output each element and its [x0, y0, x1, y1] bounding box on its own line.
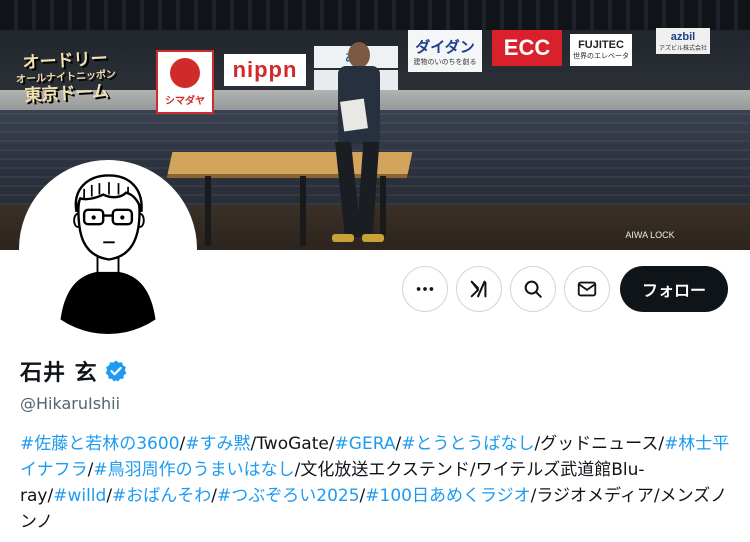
hashtag-link[interactable]: #おばんそわ — [112, 486, 211, 506]
hashtag-link[interactable]: #つぶぞろい2025 — [217, 486, 360, 506]
hashtag-link[interactable]: #すみ黙 — [185, 434, 250, 454]
ad-sign-label: azbil — [670, 30, 696, 43]
ad-sign-label: ダイダン — [415, 38, 475, 56]
search-button[interactable] — [509, 266, 556, 312]
person-leg — [356, 142, 380, 237]
ad-sign-sublabel: アズビル株式会社 — [658, 45, 707, 52]
hashtag-link[interactable]: #GERA — [335, 434, 396, 454]
hashtag-link[interactable]: #willd — [53, 486, 106, 506]
ad-sign-ecc: ECC — [492, 30, 562, 66]
ad-sign-daidan: ダイダン 建物のいのちを創る — [408, 30, 482, 72]
envelope-icon — [577, 281, 597, 297]
person-shoe — [332, 234, 354, 242]
ad-sign-sublabel: 世界のエレベータ — [573, 53, 629, 60]
dome-roof — [0, 0, 750, 30]
grok-icon — [470, 280, 487, 298]
user-handle: @HikaruIshii — [20, 394, 121, 413]
stage-table-leg — [205, 176, 211, 246]
avatar[interactable] — [19, 160, 197, 338]
follow-button[interactable]: フォロー — [619, 266, 728, 312]
more-button[interactable] — [401, 266, 448, 312]
bio-text: /グッドニュース/ — [534, 434, 665, 454]
hashtag-link[interactable]: #佐藤と若林の3600 — [20, 434, 180, 454]
person-head — [348, 42, 370, 68]
person-script — [340, 98, 368, 132]
ad-sign-fujitec: FUJITEC 世界のエレベータ — [570, 34, 632, 66]
ad-sign-nippn: nippn — [224, 54, 306, 86]
hashtag-link[interactable]: #鳥羽周作のうまいはなし — [93, 460, 294, 480]
search-icon — [524, 280, 542, 298]
profile-actions: フォロー — [401, 266, 728, 312]
hashtag-link[interactable]: #とうとうばなし — [401, 434, 534, 454]
ad-sign-aiwa: AIWA LOCK — [625, 230, 675, 240]
more-horizontal-icon — [416, 287, 434, 291]
verified-badge-icon[interactable] — [104, 359, 128, 383]
profile-name-row: 石井 玄 — [20, 355, 128, 387]
grok-button[interactable] — [455, 266, 502, 312]
message-button[interactable] — [563, 266, 610, 312]
hashtag-link[interactable]: #100日あめくラジオ — [365, 486, 530, 506]
avatar-illustration-icon — [23, 164, 193, 334]
profile-bio: #佐藤と若林の3600/#すみ黙/TwoGate/#GERA/#とうとうばなし/… — [20, 431, 740, 535]
bio-text: /TwoGate/ — [250, 434, 335, 454]
ad-sign-sublabel: 建物のいのちを創る — [413, 58, 477, 66]
shimadaya-logo-icon — [170, 57, 200, 88]
ad-sign-azbil: azbil アズビル株式会社 — [656, 28, 710, 54]
event-logo-line: 東京ドーム — [24, 82, 110, 107]
ad-sign-label: FUJITEC — [578, 39, 624, 51]
ad-sign-label: シマダヤ — [165, 95, 205, 107]
display-name: 石井 玄 — [20, 361, 98, 386]
event-logo: オードリー オールナイトニッポン 東京ドーム — [10, 27, 123, 129]
ad-sign-shimadaya: シマダヤ — [156, 50, 214, 114]
stage-table-leg — [300, 176, 306, 246]
person-shoe — [362, 234, 384, 242]
standing-person — [332, 42, 384, 247]
